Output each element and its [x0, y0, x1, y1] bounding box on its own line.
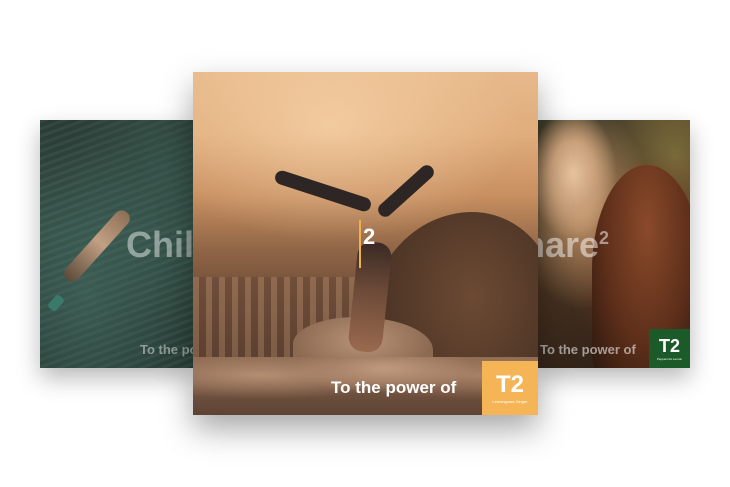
- power-number: 2: [363, 224, 376, 249]
- card-share[interactable]: hare2 To the power of T2 Peppermint Lemo…: [537, 120, 690, 368]
- t2-logo: T2 Lemongrass Ginger: [482, 361, 538, 415]
- card-headline-text: hare: [537, 224, 600, 265]
- accent-line: [359, 220, 361, 268]
- card-tagline: To the power of: [540, 342, 636, 357]
- logo-sub: Peppermint Lemon: [656, 356, 683, 361]
- card-tagline: To the power of: [331, 378, 457, 397]
- card-handstand[interactable]: 2 To the power of T2 Lemongrass Ginger: [193, 72, 538, 415]
- card-headline-sup: 2: [599, 228, 610, 248]
- card-chill[interactable]: Chill To the power of: [40, 120, 194, 368]
- swimmer-figure: [60, 207, 134, 285]
- card-headline: Chill: [126, 224, 194, 265]
- logo-mark: T2: [495, 370, 524, 398]
- logo-mark: T2: [658, 335, 680, 356]
- swimmer-trunks: [46, 293, 66, 313]
- card-tagline: To the power of: [140, 342, 194, 357]
- logo-sub: Lemongrass Ginger: [492, 398, 528, 404]
- t2-logo: T2 Peppermint Lemon: [649, 329, 690, 368]
- card-headline: hare2: [537, 224, 609, 266]
